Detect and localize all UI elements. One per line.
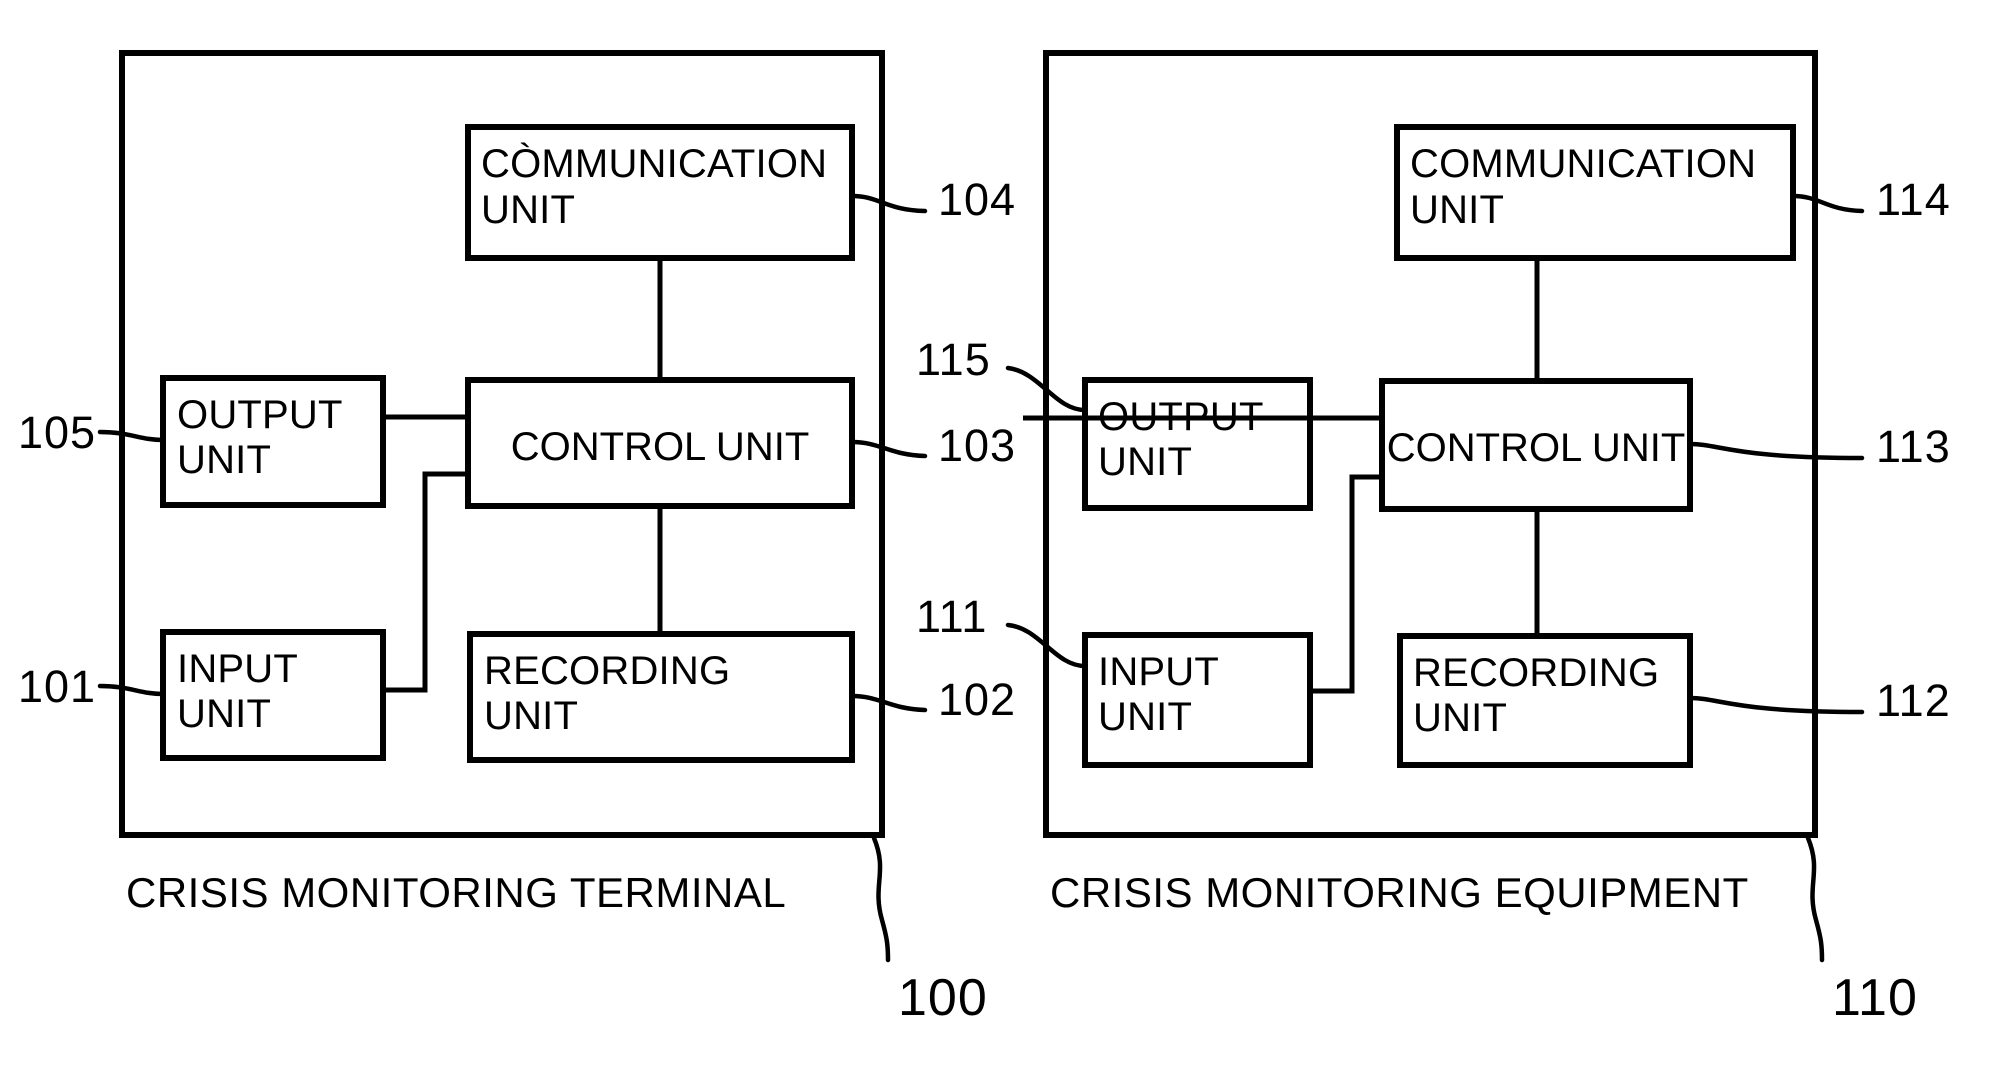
left-leader-102	[849, 693, 928, 713]
right-conn-input-control	[1310, 474, 1382, 694]
left-ref-104: 104	[938, 174, 1016, 225]
right-output-unit-label-line1: OUTPUT	[1098, 395, 1264, 439]
figure-root: CÒMMUNICATION UNIT 104 CONTROL UNIT 103 …	[0, 0, 2000, 1089]
left-leader-105	[97, 429, 166, 443]
right-system-group: COMMUNICATION UNIT 114 CONTROL UNIT 113 …	[916, 50, 1951, 1027]
left-ref-105: 105	[18, 407, 96, 458]
left-system-group: CÒMMUNICATION UNIT 104 CONTROL UNIT 103 …	[18, 50, 1016, 1027]
left-leader-100	[871, 835, 891, 963]
left-ref-103: 103	[938, 420, 1016, 471]
left-system-ref-100: 100	[898, 969, 988, 1027]
right-system-ref-110: 110	[1832, 969, 1918, 1027]
right-leader-112	[1687, 695, 1865, 715]
right-output-unit-label-line2: UNIT	[1098, 440, 1192, 484]
left-input-unit-label-line1: INPUT	[177, 647, 298, 691]
left-leader-104	[849, 193, 928, 214]
right-recording-unit-label-line2: UNIT	[1413, 696, 1507, 740]
right-ref-115: 115	[916, 334, 991, 385]
left-output-unit-label-line1: OUTPUT	[177, 393, 343, 437]
right-leader-110	[1805, 835, 1825, 963]
right-communication-unit-label-line1: COMMUNICATION	[1410, 142, 1756, 186]
left-ref-101: 101	[18, 661, 96, 712]
right-ref-112: 112	[1876, 675, 1951, 726]
right-recording-unit-label-line1: RECORDING	[1413, 651, 1659, 695]
left-recording-unit-label-line1: RECORDING	[484, 649, 730, 693]
left-output-unit-label-line2: UNIT	[177, 438, 271, 482]
right-control-unit-label: CONTROL UNIT	[1387, 426, 1686, 470]
left-conn-input-control	[383, 471, 468, 693]
right-leader-113	[1687, 441, 1865, 461]
left-system-caption: CRISIS MONITORING TERMINAL	[126, 869, 786, 916]
right-ref-113: 113	[1876, 421, 1951, 472]
left-leader-103	[849, 439, 928, 459]
left-leader-101	[97, 683, 166, 697]
left-ref-102: 102	[938, 674, 1016, 725]
left-communication-unit-label-line1: CÒMMUNICATION	[481, 141, 827, 186]
left-communication-unit-label-line2: UNIT	[481, 188, 575, 232]
right-system-caption: CRISIS MONITORING EQUIPMENT	[1050, 869, 1749, 916]
right-input-unit-label-line1: INPUT	[1098, 650, 1219, 694]
right-leader-114	[1790, 193, 1865, 214]
right-ref-114: 114	[1876, 174, 1951, 225]
left-control-unit-label: CONTROL UNIT	[511, 425, 810, 469]
left-recording-unit-label-line2: UNIT	[484, 694, 578, 738]
right-ref-111: 111	[916, 591, 987, 642]
left-input-unit-label-line2: UNIT	[177, 692, 271, 736]
right-communication-unit-label-line2: UNIT	[1410, 188, 1504, 232]
right-input-unit-label-line2: UNIT	[1098, 695, 1192, 739]
block-diagram-canvas: CÒMMUNICATION UNIT 104 CONTROL UNIT 103 …	[18, 50, 1951, 1027]
